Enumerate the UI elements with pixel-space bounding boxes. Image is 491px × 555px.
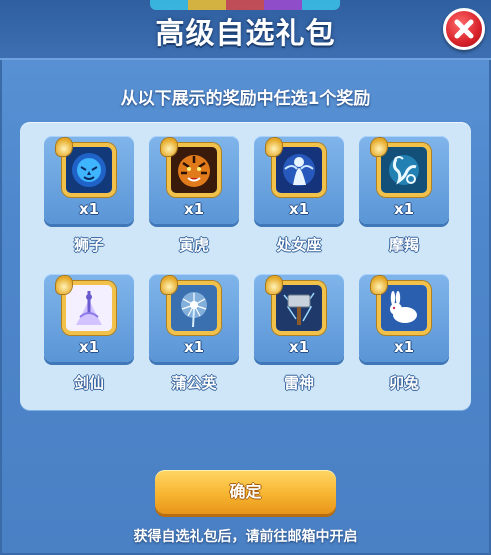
reward-grid: x1 狮子 x1 寅虎 x1 处女座 x1 摩羯 x1 剑仙 x1 蒲公英 x1… (20, 122, 471, 410)
reward-item-sword-immortal[interactable]: x1 剑仙 (44, 274, 134, 394)
reward-item-rabbit[interactable]: x1 卯兔 (359, 274, 449, 394)
reward-name: 摩羯 (388, 236, 419, 254)
reward-card: x1 (44, 274, 134, 362)
reward-name: 狮子 (73, 236, 104, 254)
reward-item-lion[interactable]: x1 狮子 (44, 136, 134, 256)
reward-qty: x1 (288, 338, 310, 356)
reward-card: x1 (44, 136, 134, 224)
reward-item-tiger[interactable]: x1 寅虎 (149, 136, 239, 256)
reward-card: x1 (149, 136, 239, 224)
footer-note: 获得自选礼包后，请前往邮箱中开启 (133, 529, 358, 545)
reward-item-capricorn[interactable]: x1 摩羯 (359, 136, 449, 256)
reward-name: 剑仙 (73, 374, 104, 392)
reward-qty: x1 (393, 338, 415, 356)
capricorn-icon (381, 147, 427, 193)
wing-ornament (371, 138, 387, 156)
wing-ornament (266, 276, 282, 294)
dandelion-icon (171, 285, 217, 331)
confirm-button[interactable]: 确定 (155, 470, 336, 514)
wing-ornament (161, 276, 177, 294)
close-button[interactable] (443, 8, 485, 50)
reward-card: x1 (359, 274, 449, 362)
reward-card: x1 (149, 274, 239, 362)
rabbit-icon (381, 285, 427, 331)
reward-qty: x1 (393, 200, 415, 218)
reward-qty: x1 (78, 338, 100, 356)
reward-dialog: 高级自选礼包 从以下展示的奖励中任选1个奖励 x1 狮子 x1 寅虎 x1 处女… (0, 0, 491, 555)
tiger-icon (171, 147, 217, 193)
reward-qty: x1 (78, 200, 100, 218)
reward-item-dandelion[interactable]: x1 蒲公英 (149, 274, 239, 394)
dialog-subtitle: 从以下展示的奖励中任选1个奖励 (120, 89, 371, 109)
reward-name: 雷神 (283, 374, 314, 392)
lion-icon (66, 147, 112, 193)
gem-decoration (150, 0, 340, 10)
virgo-icon (276, 147, 322, 193)
reward-name: 蒲公英 (171, 374, 217, 392)
reward-name: 寅虎 (178, 236, 209, 254)
dialog-title: 高级自选礼包 (155, 16, 336, 50)
wing-ornament (371, 276, 387, 294)
reward-card: x1 (254, 274, 344, 362)
reward-item-thor[interactable]: x1 雷神 (254, 274, 344, 394)
wing-ornament (266, 138, 282, 156)
reward-item-virgo[interactable]: x1 处女座 (254, 136, 344, 256)
wing-ornament (161, 138, 177, 156)
reward-card: x1 (254, 136, 344, 224)
title-bar: 高级自选礼包 (0, 0, 491, 60)
wing-ornament (56, 276, 72, 294)
reward-card: x1 (359, 136, 449, 224)
wing-ornament (56, 138, 72, 156)
reward-name: 卯兔 (388, 374, 419, 392)
close-icon (454, 19, 474, 39)
sword-immortal-icon (66, 285, 112, 331)
reward-qty: x1 (183, 338, 205, 356)
reward-name: 处女座 (276, 236, 322, 254)
reward-qty: x1 (183, 200, 205, 218)
thunder-hammer-icon (276, 285, 322, 331)
reward-qty: x1 (288, 200, 310, 218)
